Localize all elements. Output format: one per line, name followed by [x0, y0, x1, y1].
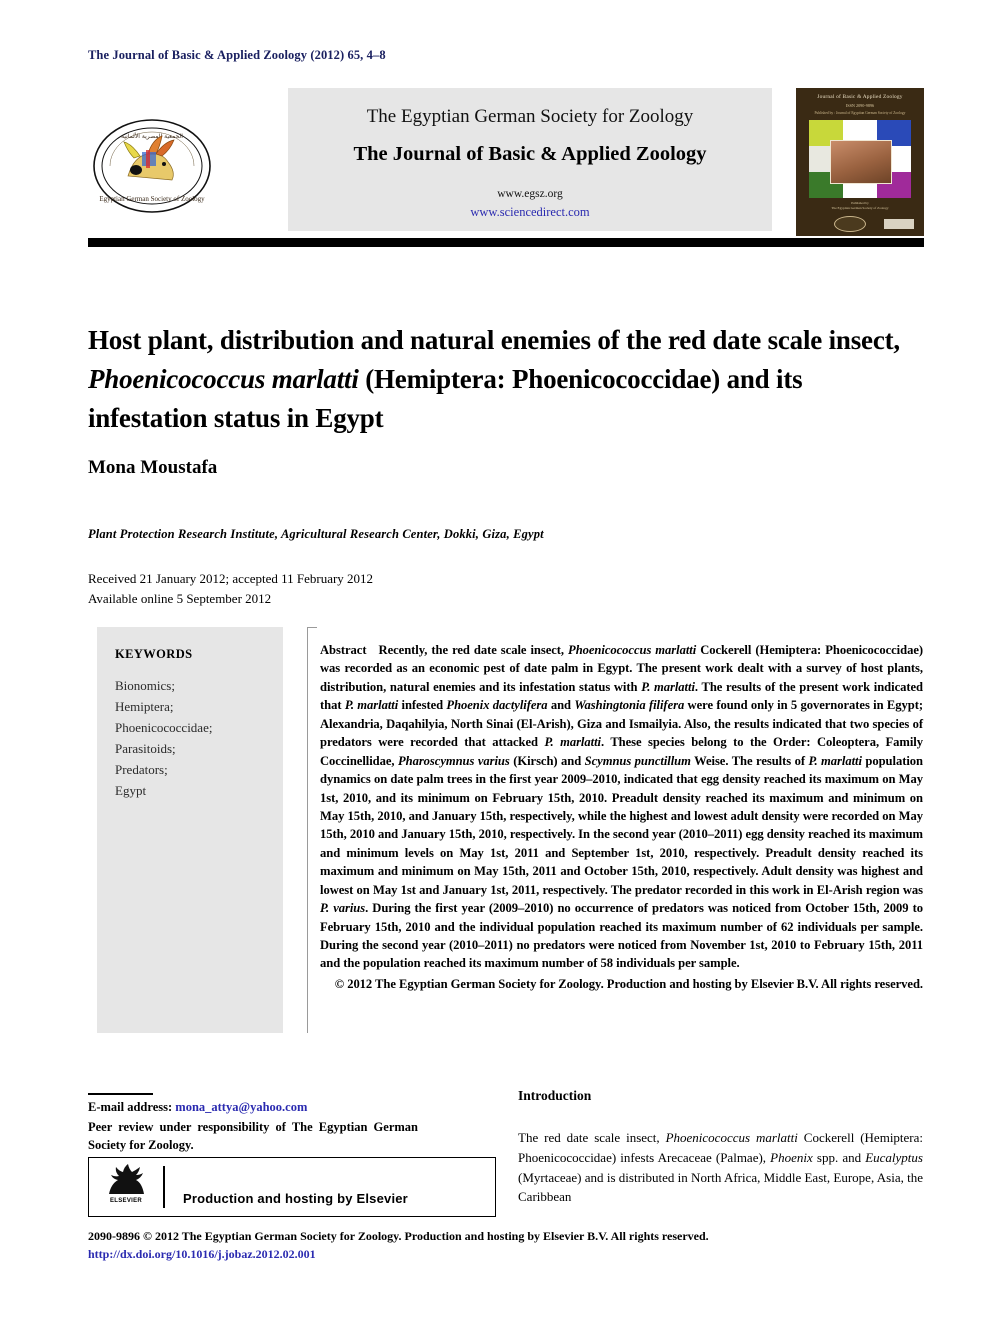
abstract-label: Abstract [320, 643, 367, 657]
intro-species: Eucalyptus [865, 1149, 923, 1165]
elsevier-divider [163, 1166, 165, 1208]
society-seal-icon: الجمعية المصرية الألمانية Egyptian Germa… [90, 104, 214, 228]
masthead-divider [88, 238, 924, 247]
footer-doi-link[interactable]: http://dx.doi.org/10.1016/j.jobaz.2012.0… [88, 1247, 316, 1262]
keyword-item: Hemiptera; [115, 699, 174, 715]
abstract-species: Phoenicococcus marlatti [568, 643, 697, 657]
keyword-item: Egypt [115, 783, 147, 799]
abstract-text: population dynamics on date palm trees i… [320, 753, 923, 897]
article-page: The Journal of Basic & Applied Zoology (… [0, 0, 992, 1323]
author-name: Mona Moustafa [88, 457, 218, 478]
svg-text:Egyptian German Society of Zoo: Egyptian German Society of Zoology [99, 195, 205, 203]
abstract-block: Abstract Recently, the red date scale in… [320, 641, 923, 993]
keyword-item: Phoenicococcidae; [115, 720, 213, 736]
abstract-text: infested [398, 698, 447, 713]
cover-publisher-badge [884, 219, 914, 229]
email-label: E-mail address: [88, 1100, 173, 1114]
abstract-text: Weise. The results of [690, 753, 809, 768]
abstract-species: Phoenix dactylifera [446, 698, 548, 713]
journal-cover-thumbnail: Journal of Basic & Applied Zoology ISSN … [796, 88, 924, 236]
keywords-heading: KEYWORDS [115, 647, 193, 661]
peer-review-note: Peer review under responsibility of The … [88, 1120, 418, 1153]
elsevier-wordmark: ELSEVIER [109, 1198, 143, 1204]
society-name: The Egyptian German Society for Zoology [366, 106, 694, 127]
sciencedirect-url[interactable]: www.sciencedirect.com [288, 205, 772, 220]
keywords-box: KEYWORDS Bionomics; Hemiptera; Phoenicoc… [97, 627, 283, 1033]
abstract-species: Pharoscymnus varius [397, 753, 510, 768]
cover-center-photo [830, 140, 892, 184]
elsevier-hosting-text: Production and hosting by Elsevier [183, 1191, 408, 1206]
page-title: Host plant, distribution and natural ene… [88, 321, 928, 438]
abstract-species: P. marlatti [641, 679, 695, 694]
keywords-list: Bionomics; Hemiptera; Phoenicococcidae; … [115, 675, 212, 801]
footnote-email: E-mail address: mona_attya@yahoo.com [88, 1100, 307, 1115]
abstract-top-rule [307, 627, 317, 628]
abstract-species: P. marlatti [544, 735, 601, 750]
elsevier-tree-icon [109, 1164, 144, 1194]
abstract-text: (Kirsch) and [509, 753, 585, 768]
abstract-copyright: © 2012 The Egyptian German Society for Z… [334, 976, 923, 991]
footnote-rule [88, 1093, 153, 1095]
title-text-1: Host plant, distribution and natural ene… [88, 325, 900, 356]
cover-publisher-line: Published by The Egyptian German Society … [831, 201, 889, 211]
abstract-species: P. marlatti [808, 753, 862, 768]
received-date: Received 21 January 2012; accepted 11 Fe… [88, 571, 374, 586]
abstract-species: P. varius [320, 901, 366, 916]
running-head: The Journal of Basic & Applied Zoology (… [88, 48, 386, 62]
introduction-body: The red date scale insect, Phoenicococcu… [518, 1128, 923, 1207]
cover-subtitle: Published by : Journal of Egyptian Germa… [814, 111, 906, 115]
elsevier-logo: ELSEVIER [103, 1164, 149, 1210]
intro-text: spp. and [812, 1149, 866, 1165]
cover-title: Journal of Basic & Applied Zoology [817, 94, 903, 100]
abstract-species: P. marlatti [344, 698, 399, 713]
journal-name: The Journal of Basic & Applied Zoology [353, 143, 707, 165]
masthead: الجمعية المصرية الألمانية Egyptian Germa… [88, 88, 924, 236]
abstract-species: Scymnus punctillum [584, 753, 691, 768]
abstract-text: . During the first year (2009–2010) no o… [320, 901, 924, 971]
intro-text: (Myrtaceae) and is distributed in North … [518, 1169, 923, 1205]
keyword-item: Bionomics; [115, 678, 175, 693]
author-affiliation: Plant Protection Research Institute, Agr… [88, 527, 544, 541]
keyword-item: Parasitoids; [115, 741, 176, 757]
email-link[interactable]: mona_attya@yahoo.com [175, 1100, 307, 1114]
abstract-column-divider [307, 627, 308, 1033]
cover-issn: ISSN 2090-9896 [845, 103, 875, 108]
available-online-date: Available online 5 September 2012 [88, 590, 272, 606]
cover-seal-icon [834, 216, 866, 232]
society-url[interactable]: www.egsz.org [288, 188, 772, 200]
abstract-species: Washingtonia filifera [574, 698, 685, 713]
svg-text:الجمعية المصرية الألمانية: الجمعية المصرية الألمانية [121, 132, 183, 140]
keyword-item: Predators; [115, 762, 168, 778]
intro-species: Phoenicococcus marlatti [665, 1130, 798, 1145]
journal-banner: The Egyptian German Society for Zoology … [288, 88, 772, 231]
abstract-text: Recently, the red date scale insect, [378, 643, 569, 657]
abstract-text: and [547, 698, 575, 713]
intro-species: Phoenix [770, 1149, 813, 1165]
elsevier-hosting-box: ELSEVIER Production and hosting by Elsev… [88, 1157, 496, 1217]
footer-issn-line: 2090-9896 © 2012 The Egyptian German Soc… [88, 1229, 709, 1243]
intro-text: The red date scale insect, [518, 1130, 666, 1145]
article-dates: Received 21 January 2012; accepted 11 Fe… [88, 569, 373, 608]
title-species: Phoenicococcus marlatti [88, 364, 359, 395]
introduction-heading: Introduction [518, 1088, 592, 1103]
